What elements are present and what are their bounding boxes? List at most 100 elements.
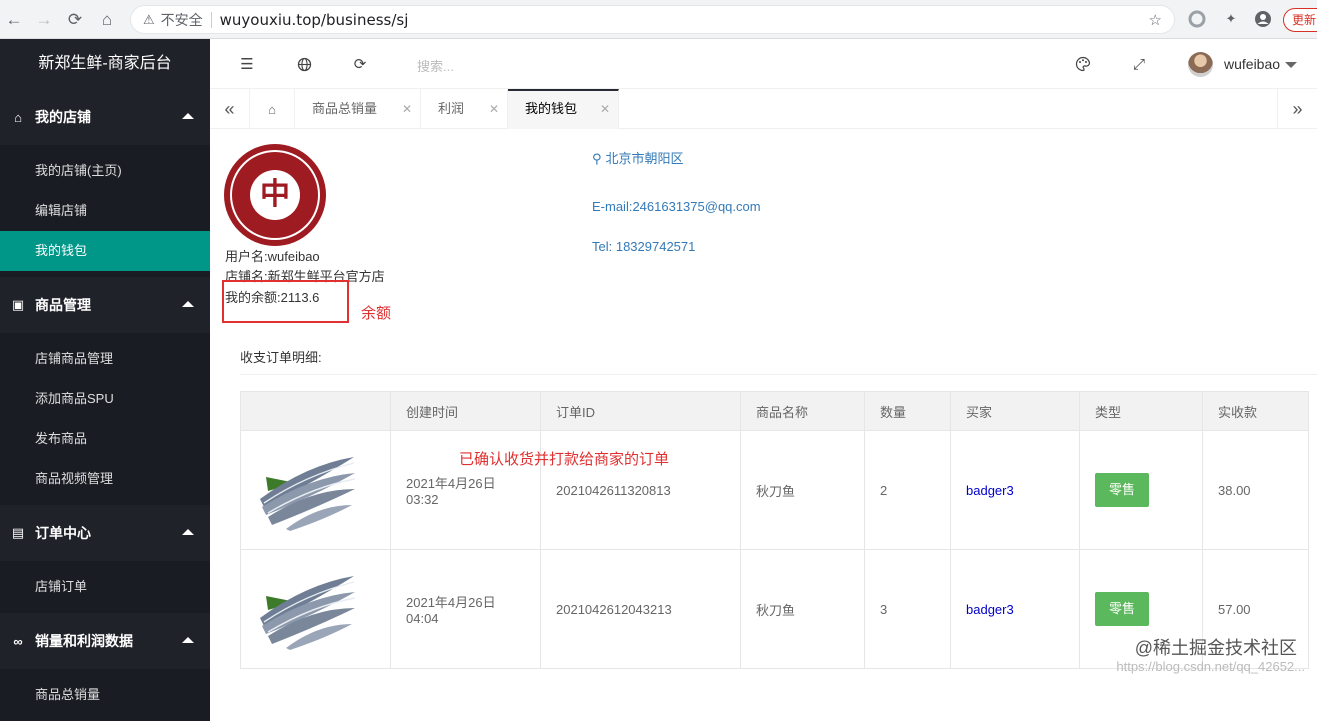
tab-home-icon[interactable]: ⌂ xyxy=(250,89,295,129)
column-header-amount: 实收款 xyxy=(1202,391,1309,431)
orders-section-label: 收支订单明细: xyxy=(240,350,322,365)
sidebar-submenu: 店铺商品管理 添加商品SPU 发布商品 商品视频管理 xyxy=(0,333,210,505)
created-clock: 04:04 xyxy=(406,611,439,626)
tab-profit[interactable]: 利润 ✕ xyxy=(421,89,508,129)
omnibox-divider xyxy=(210,11,212,28)
column-header-order-id: 订单ID xyxy=(540,391,741,431)
sidebar-item-wallet[interactable]: 我的钱包 xyxy=(0,231,210,271)
type-badge[interactable]: 零售 xyxy=(1095,473,1150,507)
fullscreen-icon[interactable]: ⤢ xyxy=(1130,55,1148,73)
sidebar-item-publish[interactable]: 发布商品 xyxy=(0,419,210,459)
product-image-cell xyxy=(240,430,391,550)
username-label[interactable]: wufeibao xyxy=(1224,56,1280,72)
sidebar-item-shop-products[interactable]: 店铺商品管理 xyxy=(0,339,210,379)
tab-bar: « ⌂ 商品总销量 ✕ 利润 ✕ 我的钱包 ✕ » xyxy=(210,89,1317,129)
sidebar: 新郑生鲜-商家后台 ⌂ 我的店铺 我的店铺(主页) 编辑店铺 我的钱包 ▣ 商品… xyxy=(0,39,210,721)
home-icon: ⌂ xyxy=(14,109,22,125)
search-input[interactable]: 搜索... xyxy=(417,56,454,75)
tabs-scroll-left-icon[interactable]: « xyxy=(210,89,250,129)
sidebar-group-my-shop[interactable]: ⌂ 我的店铺 xyxy=(0,89,210,145)
buyer-link[interactable]: badger3 xyxy=(950,549,1080,669)
saury-fish-image xyxy=(260,456,356,531)
location-text: 北京市朝阳区 xyxy=(605,151,684,166)
close-icon[interactable]: ✕ xyxy=(489,89,499,129)
sidebar-group-sales[interactable]: ∞ 销量和利润数据 xyxy=(0,613,210,669)
puzzle-icon[interactable]: ✦ xyxy=(1220,8,1242,30)
amount-cell: 38.00 xyxy=(1202,430,1309,550)
sidebar-group-label: 订单中心 xyxy=(35,525,91,541)
globe-icon[interactable] xyxy=(295,55,313,73)
type-badge[interactable]: 零售 xyxy=(1095,592,1150,626)
watermark: @稀土掘金技术社区 xyxy=(1134,638,1297,658)
tab-label: 商品总销量 xyxy=(312,101,378,116)
sidebar-group-orders[interactable]: ▤ 订单中心 xyxy=(0,505,210,561)
tab-wallet[interactable]: 我的钱包 ✕ xyxy=(508,89,619,129)
tabs-scroll-right-icon[interactable]: » xyxy=(1277,89,1317,129)
sidebar-item-shop-home[interactable]: 我的店铺(主页) xyxy=(0,151,210,191)
sidebar-submenu: 商品总销量 xyxy=(0,669,210,721)
avatar[interactable] xyxy=(1188,52,1213,77)
bookmark-star-icon[interactable]: ☆ xyxy=(1149,11,1162,29)
caret-up-icon xyxy=(182,113,194,119)
product-name-cell: 秋刀鱼 xyxy=(740,430,865,550)
update-button[interactable]: 更新 xyxy=(1283,8,1317,32)
close-icon[interactable]: ✕ xyxy=(402,89,412,129)
extension-circle-icon[interactable] xyxy=(1186,8,1208,30)
sidebar-group-label: 销量和利润数据 xyxy=(35,633,133,649)
username-line: 用户名:wufeibao xyxy=(225,249,320,264)
browser-toolbar: ← → ⟳ ⌂ ⚠ 不安全 wuyouxiu.top/business/sj ☆… xyxy=(0,0,1317,39)
sidebar-item-add-spu[interactable]: 添加商品SPU xyxy=(0,379,210,419)
balance-highlight-box xyxy=(222,280,349,323)
sidebar-group-label: 商品管理 xyxy=(35,297,91,313)
column-header-time: 创建时间 xyxy=(390,391,541,431)
reload-icon[interactable]: ⟳ xyxy=(63,8,87,32)
section-divider xyxy=(240,374,1317,375)
saury-fish-image xyxy=(260,575,356,650)
location-line: ⚲ 北京市朝阳区 xyxy=(592,148,684,167)
qty-cell: 2 xyxy=(864,430,951,550)
caret-up-icon xyxy=(182,301,194,307)
created-time-cell: 2021年4月26日 04:04 xyxy=(390,549,541,669)
theme-palette-icon[interactable] xyxy=(1074,55,1092,73)
url-text: wuyouxiu.top/business/sj xyxy=(219,10,409,29)
cube-icon: ▣ xyxy=(11,297,25,312)
table-row: 2021年4月26日 03:32 2021042611320813 秋刀鱼 2 … xyxy=(240,430,1309,550)
home-icon[interactable]: ⌂ xyxy=(95,8,119,32)
caret-up-icon xyxy=(182,637,194,643)
address-bar[interactable]: ⚠ 不安全 wuyouxiu.top/business/sj ☆ xyxy=(130,5,1175,34)
buyer-link[interactable]: badger3 xyxy=(950,430,1080,550)
product-name-cell: 秋刀鱼 xyxy=(740,549,865,669)
tab-label: 利润 xyxy=(438,101,465,116)
sidebar-item-edit-shop[interactable]: 编辑店铺 xyxy=(0,191,210,231)
caret-down-icon[interactable] xyxy=(1285,62,1297,68)
column-header-product: 商品名称 xyxy=(740,391,865,431)
infinity-icon: ∞ xyxy=(13,633,23,649)
order-id-cell: 2021042612043213 xyxy=(540,549,741,669)
sidebar-group-products[interactable]: ▣ 商品管理 xyxy=(0,277,210,333)
email-line: E-mail:2461631375@qq.com xyxy=(592,199,761,214)
table-header-row: 创建时间 订单ID 商品名称 数量 买家 类型 实收款 xyxy=(240,391,1309,431)
created-date: 2021年4月26日 xyxy=(406,476,496,491)
profile-icon[interactable] xyxy=(1252,8,1274,30)
caret-up-icon xyxy=(182,529,194,535)
tab-total-sales[interactable]: 商品总销量 ✕ xyxy=(295,89,421,129)
main-content: 中 用户名:wufeibao 店铺名:新郑生鲜平台官方店 我的余额:2113.6… xyxy=(210,129,1317,684)
location-pin-icon: ⚲ xyxy=(592,151,602,166)
sidebar-item-videos[interactable]: 商品视频管理 xyxy=(0,459,210,499)
sidebar-item-shop-orders[interactable]: 店铺订单 xyxy=(0,567,210,607)
orders-annotation: 已确认收货并打款给商家的订单 xyxy=(459,451,670,468)
product-image-cell xyxy=(240,549,391,669)
created-clock: 03:32 xyxy=(406,492,439,507)
sidebar-item-total-sales[interactable]: 商品总销量 xyxy=(0,675,210,715)
menu-toggle-icon[interactable]: ☰ xyxy=(238,55,256,73)
forward-arrow-icon[interactable]: → xyxy=(32,8,56,32)
shop-logo: 中 xyxy=(224,144,326,246)
back-arrow-icon[interactable]: ← xyxy=(2,8,26,32)
type-cell: 零售 xyxy=(1079,430,1203,550)
sidebar-submenu: 我的店铺(主页) 编辑店铺 我的钱包 xyxy=(0,145,210,277)
tab-label: 我的钱包 xyxy=(525,101,578,116)
sidebar-group-label: 我的店铺 xyxy=(35,109,91,125)
close-icon[interactable]: ✕ xyxy=(600,91,610,127)
refresh-icon[interactable]: ⟳ xyxy=(351,55,369,73)
column-header-qty: 数量 xyxy=(864,391,951,431)
